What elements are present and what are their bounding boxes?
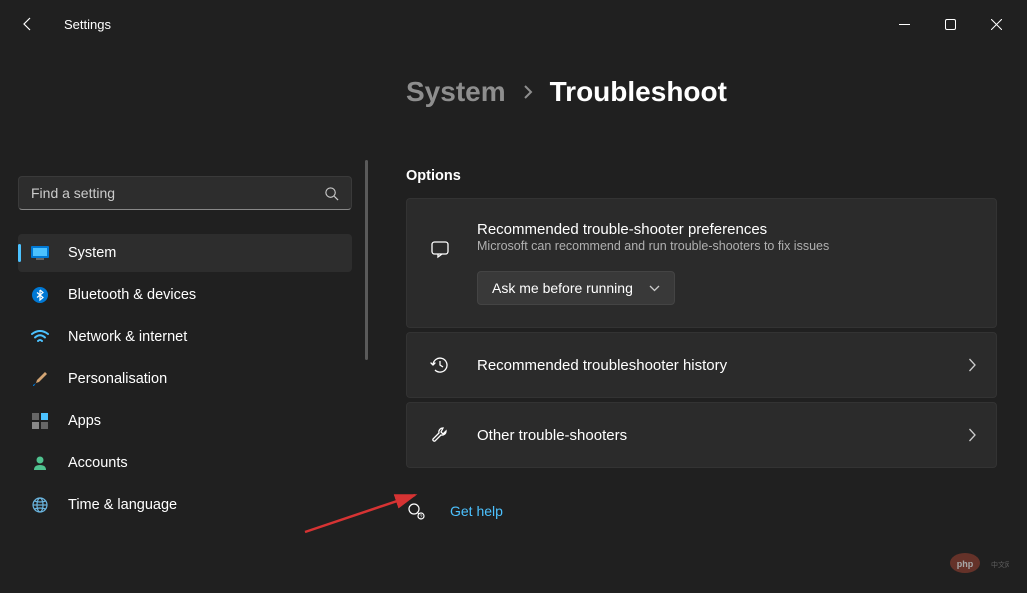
sidebar-item-label: System <box>68 245 116 261</box>
chevron-right-icon <box>968 358 976 372</box>
system-icon <box>30 243 50 263</box>
content-area: System Troubleshoot Options Recommended … <box>370 48 1027 593</box>
sidebar-item-personalisation[interactable]: Personalisation <box>18 360 352 398</box>
card-subtitle: Microsoft can recommend and run trouble-… <box>477 239 976 253</box>
sidebar-item-label: Accounts <box>68 455 128 471</box>
help-label: Get help <box>450 503 503 519</box>
get-help-link[interactable]: ? Get help <box>406 496 997 526</box>
card-title: Other trouble-shooters <box>477 427 968 444</box>
window-title: Settings <box>64 17 111 32</box>
maximize-button[interactable] <box>927 8 973 40</box>
preferences-dropdown[interactable]: Ask me before running <box>477 271 675 305</box>
chat-icon <box>427 239 453 259</box>
sidebar-item-network[interactable]: Network & internet <box>18 318 352 356</box>
sidebar-item-accounts[interactable]: Accounts <box>18 444 352 482</box>
svg-text:中文网: 中文网 <box>991 560 1009 569</box>
paintbrush-icon <box>30 369 50 389</box>
bluetooth-icon <box>30 285 50 305</box>
back-arrow-icon <box>20 16 36 32</box>
maximize-icon <box>945 19 956 30</box>
watermark: php 中文网 <box>949 551 1009 575</box>
sidebar-item-time[interactable]: Time & language <box>18 486 352 524</box>
help-icon: ? <box>406 502 426 520</box>
sidebar-item-label: Personalisation <box>68 371 167 387</box>
card-title: Recommended troubleshooter history <box>477 357 968 374</box>
search-input[interactable] <box>31 185 324 201</box>
sidebar-item-label: Time & language <box>68 497 177 513</box>
card-title: Recommended trouble-shooter preferences <box>477 221 976 238</box>
svg-text:?: ? <box>420 515 423 521</box>
breadcrumb: System Troubleshoot <box>406 76 997 108</box>
minimize-button[interactable] <box>881 8 927 40</box>
accounts-icon <box>30 453 50 473</box>
globe-icon <box>30 495 50 515</box>
wrench-icon <box>427 425 453 445</box>
sidebar-item-system[interactable]: System <box>18 234 352 272</box>
svg-text:php: php <box>957 559 974 569</box>
search-icon <box>324 186 339 201</box>
card-history[interactable]: Recommended troubleshooter history <box>406 332 997 398</box>
breadcrumb-current: Troubleshoot <box>550 76 727 108</box>
window-controls <box>881 8 1019 40</box>
search-box[interactable] <box>18 176 352 210</box>
nav-list: System Bluetooth & devices Network & int… <box>18 234 352 524</box>
close-button[interactable] <box>973 8 1019 40</box>
breadcrumb-parent[interactable]: System <box>406 76 506 108</box>
sidebar-item-label: Bluetooth & devices <box>68 287 196 303</box>
chevron-right-icon <box>522 84 534 100</box>
sidebar-item-label: Apps <box>68 413 101 429</box>
close-icon <box>991 19 1002 30</box>
card-list: Recommended trouble-shooter preferences … <box>406 198 997 468</box>
sidebar-item-bluetooth[interactable]: Bluetooth & devices <box>18 276 352 314</box>
minimize-icon <box>899 19 910 30</box>
card-other-troubleshooters[interactable]: Other trouble-shooters <box>406 402 997 468</box>
wifi-icon <box>30 327 50 347</box>
card-recommended-preferences: Recommended trouble-shooter preferences … <box>406 198 997 328</box>
history-icon <box>427 355 453 375</box>
back-button[interactable] <box>8 4 48 44</box>
sidebar-scrollbar[interactable] <box>365 160 368 360</box>
sidebar-item-label: Network & internet <box>68 329 187 345</box>
sidebar-item-apps[interactable]: Apps <box>18 402 352 440</box>
chevron-right-icon <box>968 428 976 442</box>
chevron-down-icon <box>649 285 660 292</box>
sidebar: System Bluetooth & devices Network & int… <box>0 48 370 593</box>
titlebar: Settings <box>0 0 1027 48</box>
dropdown-value: Ask me before running <box>492 280 633 296</box>
section-title: Options <box>406 168 997 184</box>
apps-icon <box>30 411 50 431</box>
